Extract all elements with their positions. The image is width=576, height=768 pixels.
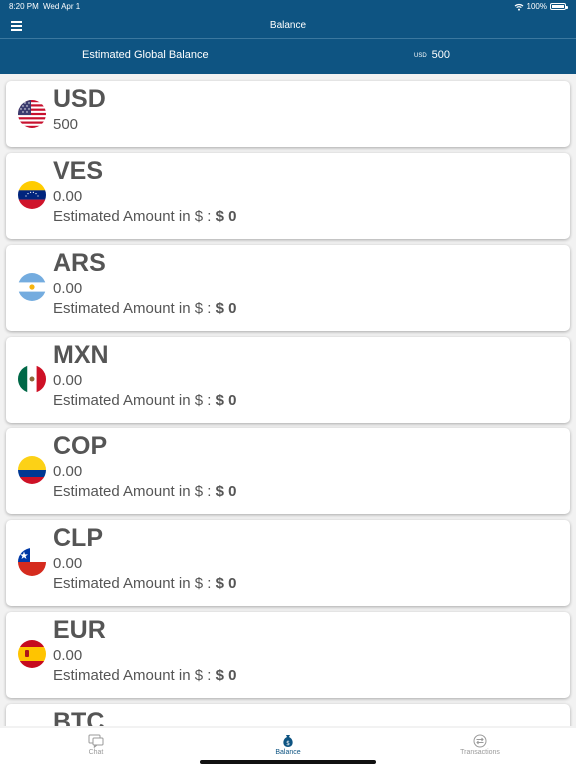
- currency-code: MXN: [53, 341, 109, 369]
- tab-balance-label: Balance: [275, 749, 301, 756]
- currency-code: EUR: [53, 616, 106, 644]
- estimated-amount: Estimated Amount in $ : $ 0: [53, 301, 236, 316]
- estimated-label: Estimated Amount in $ :: [53, 575, 212, 592]
- global-balance-row: Estimated Global Balance USD 500: [0, 39, 576, 74]
- battery-icon: [550, 3, 568, 10]
- app-header: 8:20 PM Wed Apr 1 100% Balance Estimated…: [0, 0, 576, 74]
- currency-amount: 0.00: [53, 280, 83, 297]
- estimated-amount: Estimated Amount in $ : $ 0: [53, 576, 236, 591]
- estimated-label: Estimated Amount in $ :: [53, 667, 212, 684]
- currency-code: BTC: [53, 708, 105, 727]
- currency-code: VES: [53, 157, 104, 185]
- tab-balance[interactable]: $ Balance: [238, 734, 338, 756]
- home-indicator[interactable]: [200, 760, 376, 764]
- currency-amount: 500: [53, 116, 79, 133]
- currency-code: CLP: [53, 524, 103, 552]
- currency-amount: 0.00: [53, 647, 83, 664]
- estimated-value: $ 0: [215, 392, 237, 409]
- currency-amount: 0.00: [53, 555, 83, 572]
- us-flag-icon: [18, 100, 46, 128]
- tab-transactions-label: Transactions: [460, 749, 500, 756]
- balance-card-usd[interactable]: USD 500: [6, 81, 570, 147]
- estimated-label: Estimated Amount in $ :: [53, 300, 212, 317]
- balance-card-ars[interactable]: ARS 0.00 Estimated Amount in $ : $ 0: [6, 245, 570, 331]
- currency-code: USD: [53, 85, 106, 113]
- balance-card-mxn[interactable]: MXN 0.00 Estimated Amount in $ : $ 0: [6, 337, 570, 423]
- colombia-flag-icon: [18, 456, 46, 484]
- tab-transactions[interactable]: Transactions: [430, 734, 530, 756]
- estimated-label: Estimated Amount in $ :: [53, 208, 212, 225]
- balance-list[interactable]: USD 500 VES 0.00 Estimated Amount in $ :…: [0, 74, 576, 726]
- venezuela-flag-icon: [18, 181, 46, 209]
- status-time: 8:20 PM: [9, 2, 39, 11]
- status-date: Wed Apr 1: [43, 2, 81, 11]
- global-balance-label: Estimated Global Balance: [82, 49, 209, 61]
- tab-chat[interactable]: Chat: [46, 734, 146, 756]
- tab-chat-label: Chat: [88, 749, 104, 756]
- nav-bar: Balance: [0, 14, 576, 38]
- estimated-amount: Estimated Amount in $ : $ 0: [53, 668, 236, 683]
- argentina-flag-icon: [18, 273, 46, 301]
- estimated-label: Estimated Amount in $ :: [53, 483, 212, 500]
- transactions-icon: [473, 734, 487, 748]
- balance-card-cop[interactable]: COP 0.00 Estimated Amount in $ : $ 0: [6, 428, 570, 514]
- currency-amount: 0.00: [53, 188, 83, 205]
- page-title: Balance: [269, 20, 307, 31]
- chile-flag-icon: [18, 548, 46, 576]
- balance-card-clp[interactable]: CLP 0.00 Estimated Amount in $ : $ 0: [6, 520, 570, 606]
- currency-amount: 0.00: [53, 372, 83, 389]
- svg-text:$: $: [286, 740, 290, 747]
- estimated-amount: Estimated Amount in $ : $ 0: [53, 484, 236, 499]
- spain-flag-icon: [18, 640, 46, 668]
- currency-code: ARS: [53, 249, 106, 277]
- battery-percent: 100%: [526, 2, 547, 11]
- balance-card-eur[interactable]: EUR 0.00 Estimated Amount in $ : $ 0: [6, 612, 570, 698]
- chat-icon: [88, 734, 104, 748]
- estimated-amount: Estimated Amount in $ : $ 0: [53, 209, 236, 224]
- status-right: 100%: [514, 2, 568, 11]
- estimated-value: $ 0: [215, 208, 237, 225]
- global-balance-currency: USD: [414, 53, 427, 59]
- currency-amount: 0.00: [53, 463, 83, 480]
- estimated-label: Estimated Amount in $ :: [53, 392, 212, 409]
- balance-card-btc[interactable]: BTC: [6, 704, 570, 726]
- estimated-value: $ 0: [215, 667, 237, 684]
- global-balance-value: USD 500: [414, 49, 450, 61]
- status-bar: 8:20 PM Wed Apr 1 100%: [0, 0, 576, 14]
- estimated-value: $ 0: [215, 483, 237, 500]
- balance-card-ves[interactable]: VES 0.00 Estimated Amount in $ : $ 0: [6, 153, 570, 239]
- global-balance-amount: 500: [431, 49, 451, 61]
- estimated-value: $ 0: [215, 575, 237, 592]
- mexico-flag-icon: [18, 365, 46, 393]
- wifi-icon: [514, 3, 523, 11]
- currency-code: COP: [53, 432, 108, 460]
- estimated-amount: Estimated Amount in $ : $ 0: [53, 393, 236, 408]
- estimated-value: $ 0: [215, 300, 237, 317]
- money-bag-icon: $: [283, 735, 293, 747]
